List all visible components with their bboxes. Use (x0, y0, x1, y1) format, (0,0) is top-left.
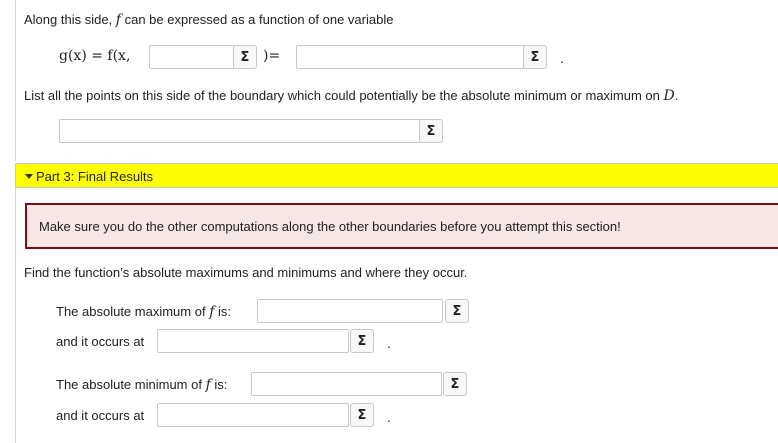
list-prompt: List all the points on this side of the … (24, 88, 678, 104)
part3-header-bar[interactable]: Part 3: Final Results (15, 163, 778, 188)
warning-box: Make sure you do the other computations … (25, 203, 778, 249)
intro-prefix: Along this side, (24, 12, 113, 27)
boundary-points-input[interactable] (59, 119, 421, 143)
max-label: The absolute maximum of f is: (56, 304, 231, 320)
sigma-button-abs-min-location[interactable]: Σ (350, 403, 374, 427)
min-occurs-label: and it occurs at (56, 408, 145, 423)
collapse-triangle-icon[interactable] (25, 174, 33, 179)
abs-max-location-input[interactable] (157, 329, 349, 353)
min-f-var: f (205, 377, 211, 393)
max-occurs-period: . (387, 335, 391, 351)
abs-min-value-input[interactable] (251, 372, 442, 396)
list-prompt-period: . (674, 88, 679, 103)
equation-period: . (560, 50, 564, 66)
min-prefix: The absolute minimum of (56, 377, 202, 392)
min-occurs-period: . (387, 409, 391, 425)
max-occurs-label: and it occurs at (56, 334, 145, 349)
min-label: The absolute minimum of f is: (56, 377, 227, 393)
part3-instruction: Find the function’s absolute maximums an… (24, 265, 468, 280)
intro-suffix: can be expressed as a function of one va… (124, 12, 394, 27)
sigma-button-equation-g[interactable]: Σ (523, 45, 547, 69)
min-is-label: is: (214, 377, 228, 392)
part2-intro: Along this side, f can be expressed as a… (24, 12, 393, 28)
part3-header-title: Part 3: Final Results (36, 169, 154, 184)
sigma-button-equation-arg[interactable]: Σ (233, 45, 257, 69)
max-prefix: The absolute maximum of (56, 304, 206, 319)
sigma-button-abs-max[interactable]: Σ (445, 299, 469, 323)
list-prompt-text: List all the points on this side of the … (24, 88, 660, 103)
list-domain-var: D (663, 88, 675, 104)
equation-g-input[interactable] (296, 45, 525, 69)
abs-min-location-input[interactable] (157, 403, 349, 427)
intro-f-var: f (115, 12, 121, 28)
max-is-label: is: (218, 304, 232, 319)
sigma-button-abs-min[interactable]: Σ (443, 372, 467, 396)
sigma-button-abs-max-location[interactable]: Σ (350, 329, 374, 353)
sigma-button-boundary-points[interactable]: Σ (419, 119, 443, 143)
max-f-var: f (209, 304, 215, 320)
equation-second-arg-input[interactable] (149, 45, 235, 69)
equation-mid: )= (263, 48, 281, 64)
abs-max-value-input[interactable] (257, 299, 443, 323)
equation-left: g(x) = f(x, (59, 48, 131, 64)
warning-text: Make sure you do the other computations … (39, 219, 621, 234)
